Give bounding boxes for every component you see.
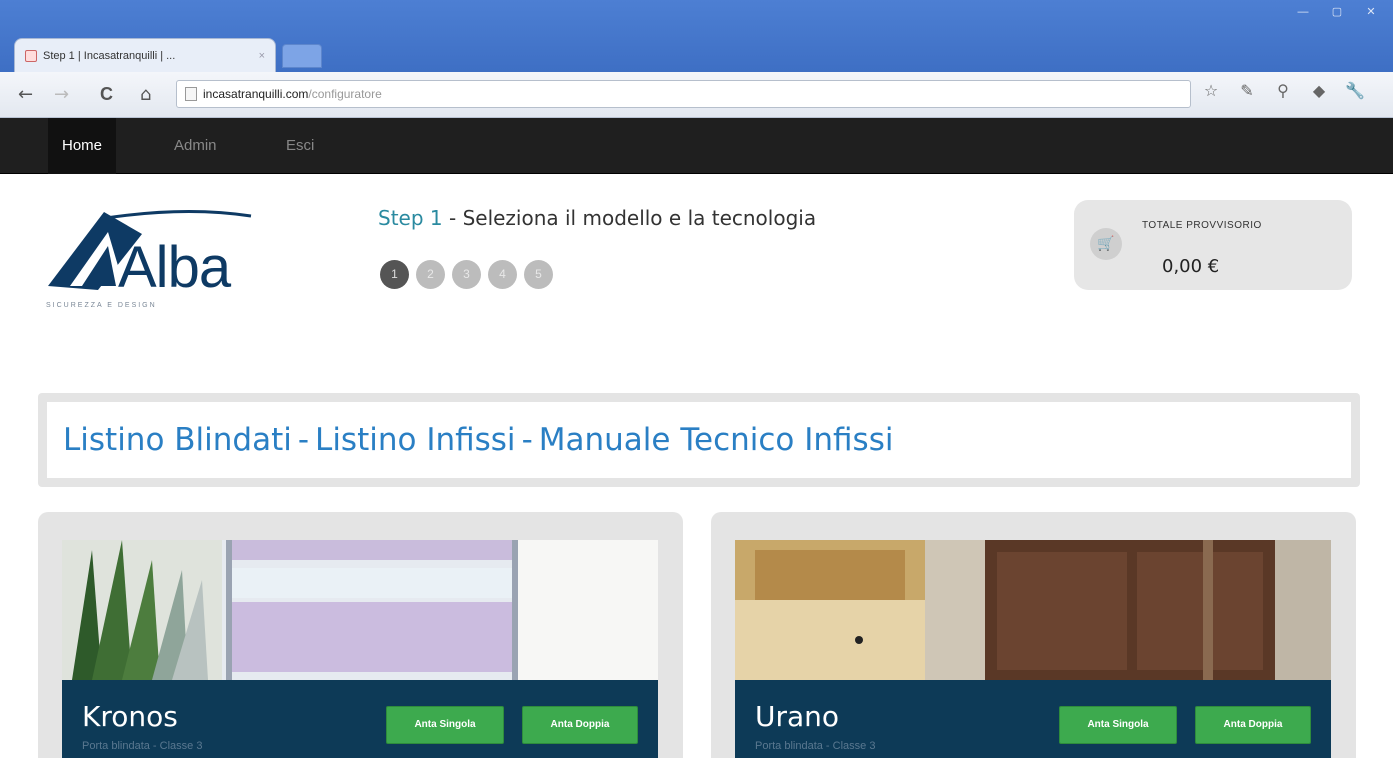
forward-icon[interactable]: →: [54, 84, 69, 105]
reload-icon[interactable]: C: [100, 84, 113, 105]
anta-doppia-button[interactable]: Anta Doppia: [522, 706, 638, 744]
browser-titlebar: Step 1 | Incasatranquilli | ... × — ▢ ✕: [0, 0, 1393, 72]
home-icon[interactable]: ⌂: [140, 84, 151, 105]
tab-title: Step 1 | Incasatranquilli | ...: [43, 49, 176, 62]
extension-icons: ☆ ✎ ⚲ ◆ 🔧: [1200, 80, 1366, 102]
extension-puzzle-icon[interactable]: ◆: [1308, 80, 1330, 102]
product-image-urano: [735, 540, 1331, 680]
step-dot-4[interactable]: 4: [488, 260, 517, 289]
logo-wordmark: Alba: [118, 235, 231, 300]
logo-tagline: SICUREZZA E DESIGN: [46, 302, 157, 309]
kronos-scene-image: [62, 540, 658, 680]
address-bar[interactable]: incasatranquilli.com /configuratore: [176, 80, 1191, 108]
product-bar-kronos: Kronos Porta blindata - Classe 3 Anta Si…: [62, 680, 658, 758]
urano-scene-image: [735, 540, 1331, 680]
favicon-icon: [25, 49, 37, 62]
nav-home[interactable]: Home: [48, 118, 117, 174]
step-dot-3[interactable]: 3: [452, 260, 481, 289]
page-icon: [185, 87, 197, 101]
cart-total-box[interactable]: 🛒 TOTALE PROVVISORIO 0,00 €: [1074, 200, 1352, 290]
url-path: /configuratore: [308, 87, 382, 101]
product-card-urano: Urano Porta blindata - Classe 3 Anta Sin…: [711, 512, 1356, 758]
alba-logo[interactable]: Alba SICUREZZA E DESIGN: [46, 198, 276, 318]
links-inner: Listino Blindati - Listino Infissi - Man…: [47, 402, 1351, 478]
price-list-links: Listino Blindati - Listino Infissi - Man…: [38, 393, 1360, 487]
maximize-button[interactable]: ▢: [1323, 4, 1351, 20]
product-card-kronos: Kronos Porta blindata - Classe 3 Anta Si…: [38, 512, 683, 758]
link-manuale-tecnico[interactable]: Manuale Tecnico Infissi: [539, 422, 894, 458]
anta-doppia-button[interactable]: Anta Doppia: [1195, 706, 1311, 744]
step-heading: Step 1 - Seleziona il modello e la tecno…: [378, 206, 816, 230]
product-name: Kronos: [82, 700, 178, 733]
close-window-button[interactable]: ✕: [1357, 4, 1385, 20]
cart-label: TOTALE PROVVISORIO: [1142, 220, 1262, 231]
product-subtitle: Porta blindata - Classe 3: [755, 740, 876, 752]
minimize-button[interactable]: —: [1289, 4, 1317, 20]
tab-close-icon[interactable]: ×: [259, 50, 265, 62]
nav-esci[interactable]: Esci: [272, 118, 328, 174]
product-image-kronos: [62, 540, 658, 680]
extension-search-icon[interactable]: ⚲: [1272, 80, 1294, 102]
cart-icon: 🛒: [1090, 228, 1122, 260]
extension-pen-icon[interactable]: ✎: [1236, 80, 1258, 102]
step-number: Step 1: [378, 206, 443, 230]
step-progress: 1 2 3 4 5: [380, 260, 553, 289]
step-description: Seleziona il modello e la tecnologia: [462, 206, 817, 230]
nav-admin[interactable]: Admin: [160, 118, 231, 174]
new-tab-button[interactable]: [282, 44, 322, 68]
link-listino-blindati[interactable]: Listino Blindati: [63, 422, 292, 458]
site-navbar: Home Admin Esci: [0, 118, 1393, 174]
bookmark-star-icon[interactable]: ☆: [1200, 80, 1222, 102]
link-separator: -: [521, 422, 533, 458]
link-listino-infissi[interactable]: Listino Infissi: [315, 422, 516, 458]
window-controls: — ▢ ✕: [1289, 4, 1385, 20]
product-bar-urano: Urano Porta blindata - Classe 3 Anta Sin…: [735, 680, 1331, 758]
anta-singola-button[interactable]: Anta Singola: [386, 706, 504, 744]
product-name: Urano: [755, 700, 840, 733]
wrench-menu-icon[interactable]: 🔧: [1344, 80, 1366, 102]
anta-singola-button[interactable]: Anta Singola: [1059, 706, 1177, 744]
url-host: incasatranquilli.com: [203, 87, 309, 101]
back-icon[interactable]: ←: [18, 84, 33, 105]
link-separator: -: [297, 422, 310, 458]
step-dot-5[interactable]: 5: [524, 260, 553, 289]
step-separator: -: [442, 206, 463, 230]
step-dot-1[interactable]: 1: [380, 260, 409, 289]
browser-tab[interactable]: Step 1 | Incasatranquilli | ... ×: [14, 38, 276, 72]
cart-value: 0,00 €: [1162, 256, 1220, 277]
product-subtitle: Porta blindata - Classe 3: [82, 740, 203, 752]
step-dot-2[interactable]: 2: [416, 260, 445, 289]
